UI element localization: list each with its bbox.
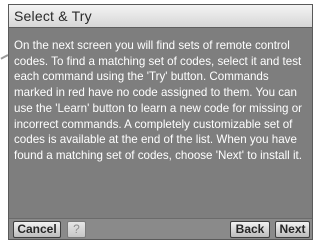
back-button[interactable]: Back (230, 221, 270, 238)
cancel-button[interactable]: Cancel (13, 221, 61, 238)
button-bar: Cancel ? Back Next (9, 218, 312, 239)
select-and-try-dialog: Select & Try On the next screen you will… (8, 4, 313, 240)
dialog-title: Select & Try (14, 8, 92, 24)
dialog-title-bar: Select & Try (9, 5, 312, 28)
next-button[interactable]: Next (275, 221, 310, 238)
instructions-text: On the next screen you will find sets of… (14, 39, 302, 162)
help-button[interactable]: ? (67, 221, 86, 238)
